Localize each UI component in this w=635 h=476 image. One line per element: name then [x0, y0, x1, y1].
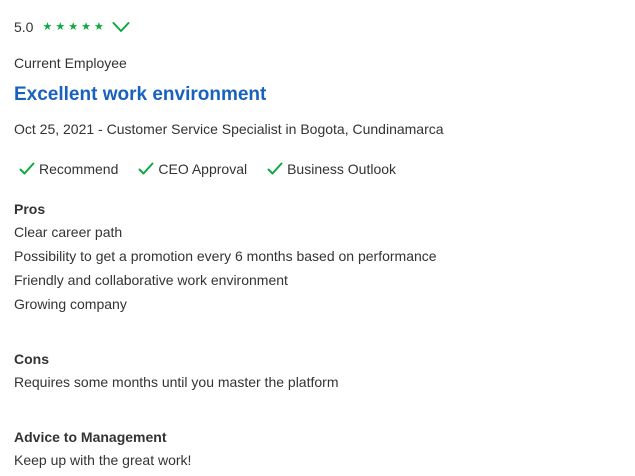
pros-line: Clear career path	[14, 224, 123, 240]
pros-line: Possibility to get a promotion every 6 m…	[14, 248, 437, 264]
indicator-label: Recommend	[39, 161, 119, 177]
advice-line: Keep up with the great work!	[14, 452, 192, 468]
pros-line: Friendly and collaborative work environm…	[14, 272, 288, 288]
star-rating: ★ ★ ★ ★ ★	[42, 20, 104, 33]
review-title-link[interactable]: Excellent work environment	[14, 84, 266, 106]
rating-details-chevron-icon[interactable]	[112, 21, 130, 33]
star-icon: ★	[68, 20, 79, 33]
employee-status: Current Employee	[14, 55, 127, 71]
advice-heading: Advice to Management	[14, 429, 167, 445]
rating-value: 5.0	[14, 19, 34, 35]
pros-heading: Pros	[14, 201, 46, 217]
indicator-label: CEO Approval	[158, 161, 248, 177]
check-icon	[267, 162, 283, 175]
check-icon	[19, 162, 35, 175]
star-icon: ★	[42, 20, 53, 33]
star-icon: ★	[93, 20, 104, 33]
check-icon	[138, 162, 154, 175]
cons-heading: Cons	[14, 351, 49, 367]
indicator-label: Business Outlook	[287, 161, 397, 177]
indicator-business-outlook: Business Outlook	[267, 161, 396, 177]
pros-line: Growing company	[14, 296, 127, 312]
rating-row: 5.0 ★ ★ ★ ★ ★	[14, 17, 130, 37]
review-indicators: Recommend CEO Approval Business Outlook	[19, 161, 416, 177]
cons-line: Requires some months until you master th…	[14, 374, 339, 390]
star-icon: ★	[81, 20, 91, 33]
review-meta: Oct 25, 2021 - Customer Service Speciali…	[14, 121, 444, 137]
star-icon: ★	[55, 20, 66, 33]
indicator-recommend: Recommend	[19, 161, 118, 177]
indicator-ceo-approval: CEO Approval	[138, 161, 247, 177]
